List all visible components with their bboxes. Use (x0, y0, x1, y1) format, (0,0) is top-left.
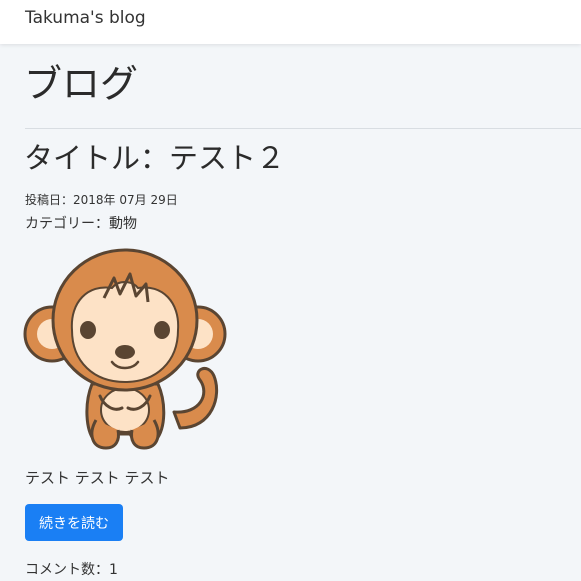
post-date: 投稿日：2018年 07月 29日 (25, 193, 178, 207)
read-more-button[interactable]: 続きを読む (25, 504, 123, 541)
brand-link[interactable]: Takuma's blog (25, 8, 146, 28)
post-category: カテゴリー：動物 (25, 216, 137, 232)
comment-count: コメント数：1 (25, 562, 118, 578)
top-navbar: Takuma's blog (0, 0, 581, 44)
post-title[interactable]: タイトル：テスト２ (24, 142, 285, 175)
post-excerpt: テスト テスト テスト (25, 469, 170, 487)
monkey-illustration (23, 248, 227, 450)
page-title: ブログ (24, 62, 139, 106)
heading-divider (25, 128, 581, 129)
